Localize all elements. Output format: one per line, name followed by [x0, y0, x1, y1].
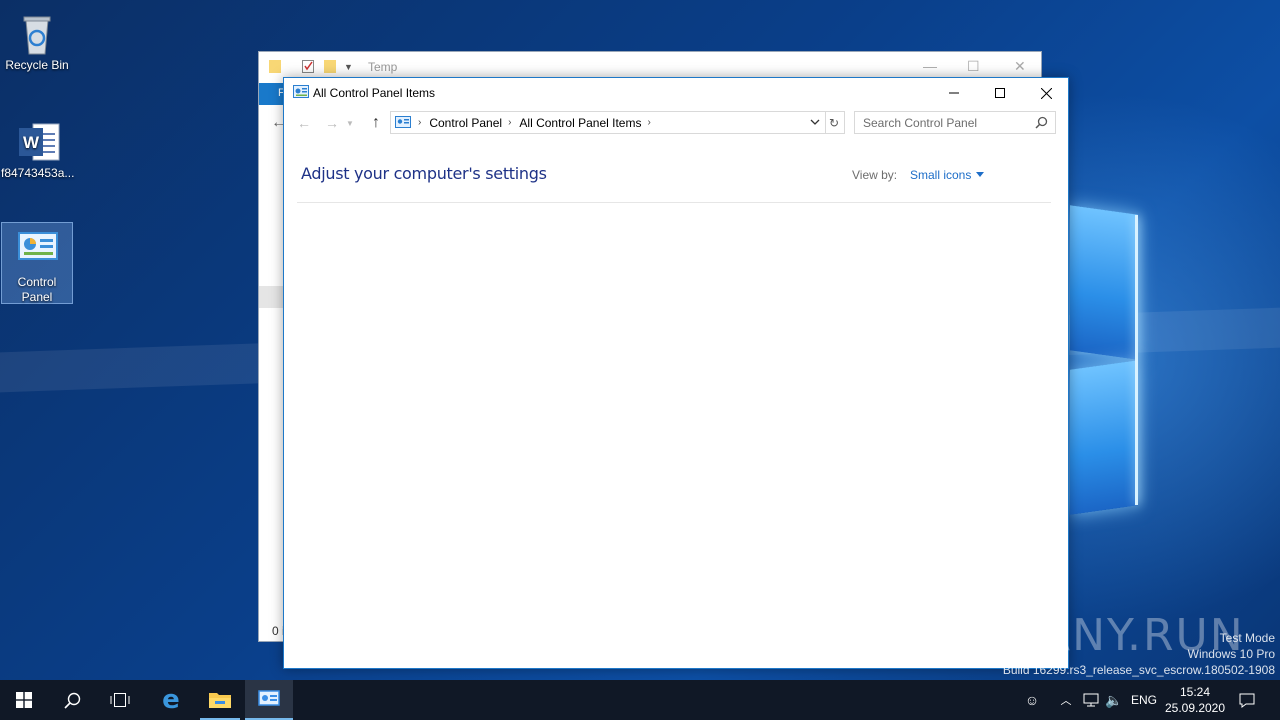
- chevron-down-icon[interactable]: ▼: [344, 62, 356, 78]
- volume-button[interactable]: 🔈: [1105, 680, 1123, 720]
- task-view-button[interactable]: [96, 680, 144, 720]
- nav-pane-selected-item[interactable]: [259, 286, 285, 308]
- start-button[interactable]: [0, 680, 48, 720]
- control-panel-titlebar[interactable]: All Control Panel Items: [284, 78, 1068, 108]
- view-by-label: View by:: [852, 168, 898, 182]
- minimize-icon: [949, 92, 959, 94]
- word-document-icon: W: [17, 120, 60, 164]
- desktop-icon-control-panel[interactable]: Control Panel: [1, 222, 73, 304]
- task-view-icon: [110, 693, 130, 707]
- address-dropdown-icon[interactable]: [810, 116, 820, 131]
- recycle-bin-icon: [17, 12, 57, 56]
- breadcrumb-chevron-icon[interactable]: ›: [647, 117, 650, 128]
- refresh-button[interactable]: ↻: [824, 111, 845, 134]
- address-bar[interactable]: › Control Panel › All Control Panel Item…: [390, 111, 826, 134]
- maximize-icon[interactable]: ☐: [967, 58, 980, 75]
- network-button[interactable]: [1082, 680, 1100, 720]
- notifications-icon: [1239, 693, 1255, 708]
- close-icon: [1040, 87, 1052, 99]
- speaker-icon: 🔈: [1105, 691, 1123, 708]
- minimize-icon[interactable]: —: [923, 58, 937, 74]
- file-ribbon-tab[interactable]: F: [259, 83, 285, 105]
- temp-window-title: Temp: [368, 60, 398, 74]
- forward-button[interactable]: →: [321, 113, 343, 133]
- control-panel-app-icon: [293, 85, 309, 102]
- chevron-down-icon[interactable]: [976, 172, 984, 177]
- clock-date: 25.09.2020: [1164, 701, 1226, 715]
- people-icon: ☺: [1024, 692, 1040, 708]
- clock-time: 15:24: [1179, 685, 1211, 699]
- input-language-button[interactable]: ENG: [1128, 680, 1160, 720]
- chevron-down-icon: ▼: [346, 118, 354, 128]
- taskbar-clock[interactable]: 15:24 25.09.2020: [1160, 684, 1230, 716]
- new-folder-icon[interactable]: [324, 58, 336, 74]
- control-panel-location-icon: [395, 116, 411, 129]
- control-panel-icon: [258, 690, 280, 706]
- breadcrumb-control-panel[interactable]: Control Panel: [429, 116, 502, 130]
- control-panel-taskbar-button[interactable]: [245, 680, 293, 720]
- breadcrumb-chevron-icon[interactable]: ›: [508, 117, 511, 128]
- search-icon: [1035, 116, 1048, 132]
- minimize-button[interactable]: [931, 78, 977, 108]
- close-button[interactable]: [1023, 78, 1069, 108]
- breadcrumb-all-control-panel-items[interactable]: All Control Panel Items: [519, 116, 641, 130]
- control-panel-icon: [17, 229, 58, 273]
- back-button[interactable]: ←: [293, 113, 315, 133]
- heading-divider: [297, 202, 1051, 203]
- window-title: All Control Panel Items: [313, 86, 436, 100]
- taskbar: e ☺ ︿ 🔈 ENG 15:24 25.09.2020: [0, 680, 1280, 720]
- network-icon: [1083, 693, 1099, 707]
- up-arrow-icon: ↑: [372, 114, 380, 131]
- edge-browser-icon: e: [162, 685, 180, 715]
- breadcrumb-chevron-icon[interactable]: ›: [418, 117, 421, 128]
- maximize-button[interactable]: [977, 78, 1023, 108]
- properties-icon[interactable]: [302, 58, 314, 74]
- action-center-button[interactable]: [1236, 680, 1258, 720]
- desktop-icon-word-document[interactable]: W f84743453a...: [1, 114, 75, 181]
- forward-arrow-icon: →: [325, 115, 339, 131]
- folder-icon: [269, 58, 281, 74]
- up-button[interactable]: ↑: [365, 113, 387, 133]
- address-row: ← → ▼ ↑ › Control Panel › All Control Pa…: [284, 110, 1068, 136]
- maximize-icon: [995, 88, 1005, 98]
- file-explorer-taskbar-button[interactable]: [196, 680, 244, 720]
- people-button[interactable]: ☺: [1022, 680, 1042, 720]
- test-mode-watermark: Test Mode Windows 10 Pro Build 16299.rs3…: [1002, 631, 1275, 677]
- close-icon[interactable]: ✕: [1014, 58, 1026, 75]
- view-by-dropdown[interactable]: Small icons: [910, 168, 971, 182]
- file-explorer-icon: [209, 693, 231, 708]
- windows-start-icon: [16, 692, 32, 708]
- back-arrow-icon: ←: [297, 115, 311, 131]
- svg-text:W: W: [23, 133, 40, 152]
- search-input[interactable]: Search Control Panel: [854, 111, 1056, 134]
- recent-locations-button[interactable]: ▼: [344, 113, 356, 133]
- desktop-icon-label: Recycle Bin: [5, 58, 69, 72]
- search-placeholder: Search Control Panel: [863, 116, 978, 130]
- show-hidden-icons-button[interactable]: ︿: [1058, 680, 1074, 720]
- refresh-icon: ↻: [828, 115, 840, 130]
- edge-taskbar-button[interactable]: e: [147, 680, 195, 720]
- chevron-up-icon: ︿: [1060, 695, 1072, 707]
- desktop-icon-label: Control Panel: [17, 275, 57, 304]
- desktop-icon-recycle-bin[interactable]: Recycle Bin: [1, 6, 73, 73]
- search-icon: [63, 692, 80, 709]
- page-heading: Adjust your computer's settings: [301, 164, 547, 183]
- search-taskbar-button[interactable]: [48, 680, 96, 720]
- desktop-icon-label: f84743453a...: [1, 166, 75, 180]
- control-panel-window[interactable]: All Control Panel Items ← → ▼ ↑ › Contro…: [283, 77, 1069, 669]
